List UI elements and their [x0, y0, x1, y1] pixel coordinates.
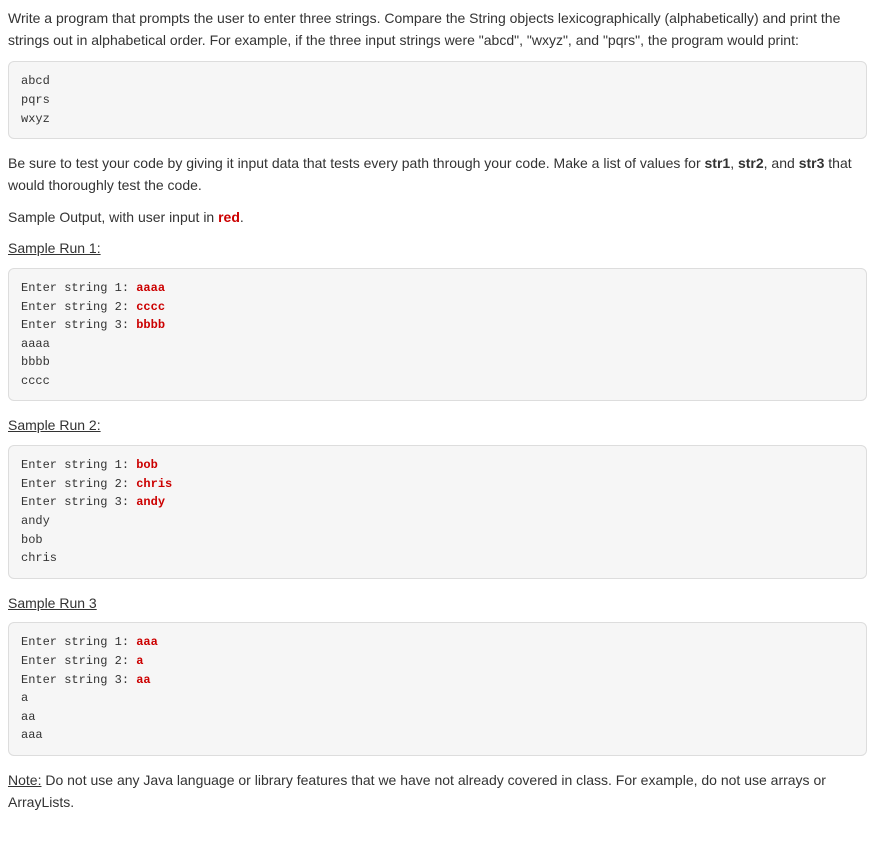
r1-l2-prompt: Enter string 2:: [21, 300, 136, 314]
str2-label: str2: [738, 155, 764, 171]
r2-o3: chris: [21, 551, 57, 565]
str3-label: str3: [799, 155, 825, 171]
r3-o2: aa: [21, 710, 35, 724]
r1-l3-prompt: Enter string 3:: [21, 318, 136, 332]
sample-run-3-block: Enter string 1: aaa Enter string 2: a En…: [8, 622, 867, 756]
test-note-paragraph: Be sure to test your code by giving it i…: [8, 153, 867, 196]
sample-run-2-title: Sample Run 2:: [8, 415, 867, 437]
r3-l3-input: aa: [136, 673, 150, 687]
r1-o2: bbbb: [21, 355, 50, 369]
r2-l3-input: andy: [136, 495, 165, 509]
r1-l1-prompt: Enter string 1:: [21, 281, 136, 295]
example-output-block: abcd pqrs wxyz: [8, 61, 867, 139]
r1-l3-input: bbbb: [136, 318, 165, 332]
sample-run-1-block: Enter string 1: aaaa Enter string 2: ccc…: [8, 268, 867, 402]
test-note-comma2: , and: [764, 155, 799, 171]
r3-l3-prompt: Enter string 3:: [21, 673, 136, 687]
r2-l1-input: bob: [136, 458, 158, 472]
r3-l2-prompt: Enter string 2:: [21, 654, 136, 668]
r1-l1-input: aaaa: [136, 281, 165, 295]
r2-o1: andy: [21, 514, 50, 528]
test-note-comma1: ,: [730, 155, 738, 171]
r2-l3-prompt: Enter string 3:: [21, 495, 136, 509]
sample-output-suffix: .: [240, 209, 244, 225]
intro-paragraph: Write a program that prompts the user to…: [8, 8, 867, 51]
r1-l2-input: cccc: [136, 300, 165, 314]
r3-l1-prompt: Enter string 1:: [21, 635, 136, 649]
r3-l1-input: aaa: [136, 635, 158, 649]
r2-l1-prompt: Enter string 1:: [21, 458, 136, 472]
sample-run-2-block: Enter string 1: bob Enter string 2: chri…: [8, 445, 867, 579]
r1-o3: cccc: [21, 374, 50, 388]
str1-label: str1: [705, 155, 731, 171]
sample-run-3-title: Sample Run 3: [8, 593, 867, 615]
sample-output-label: Sample Output, with user input in red.: [8, 207, 867, 229]
r3-o1: a: [21, 691, 28, 705]
note-label: Note:: [8, 772, 41, 788]
note-text: Do not use any Java language or library …: [8, 772, 826, 810]
r2-o2: bob: [21, 533, 43, 547]
sample-output-red: red: [218, 209, 240, 225]
r3-o3: aaa: [21, 728, 43, 742]
note-paragraph: Note: Do not use any Java language or li…: [8, 770, 867, 813]
r1-o1: aaaa: [21, 337, 50, 351]
r3-l2-input: a: [136, 654, 143, 668]
r2-l2-input: chris: [136, 477, 172, 491]
test-note-part1: Be sure to test your code by giving it i…: [8, 155, 705, 171]
sample-run-1-title: Sample Run 1:: [8, 238, 867, 260]
r2-l2-prompt: Enter string 2:: [21, 477, 136, 491]
sample-output-prefix: Sample Output, with user input in: [8, 209, 218, 225]
